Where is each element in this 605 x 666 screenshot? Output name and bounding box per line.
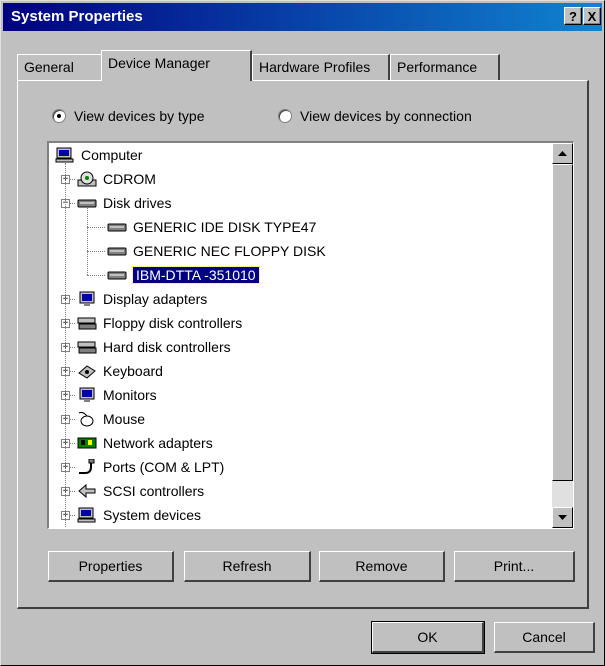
tab-device-manager[interactable]: Device Manager [101, 50, 252, 81]
tab-performance[interactable]: Performance [390, 54, 500, 80]
cancel-button[interactable]: Cancel [494, 622, 595, 653]
help-button[interactable]: ? [564, 7, 582, 25]
device-manager-panel [17, 80, 589, 609]
tab-hardware-profiles[interactable]: Hardware Profiles [252, 54, 390, 80]
ok-button[interactable]: OK [371, 621, 485, 654]
close-button[interactable]: X [583, 7, 601, 25]
tab-general[interactable]: General [17, 54, 103, 80]
window-title: System Properties [11, 8, 143, 25]
system-properties-window: System Properties ? X General Device Man… [0, 0, 605, 666]
title-bar[interactable]: System Properties ? X [3, 3, 602, 31]
